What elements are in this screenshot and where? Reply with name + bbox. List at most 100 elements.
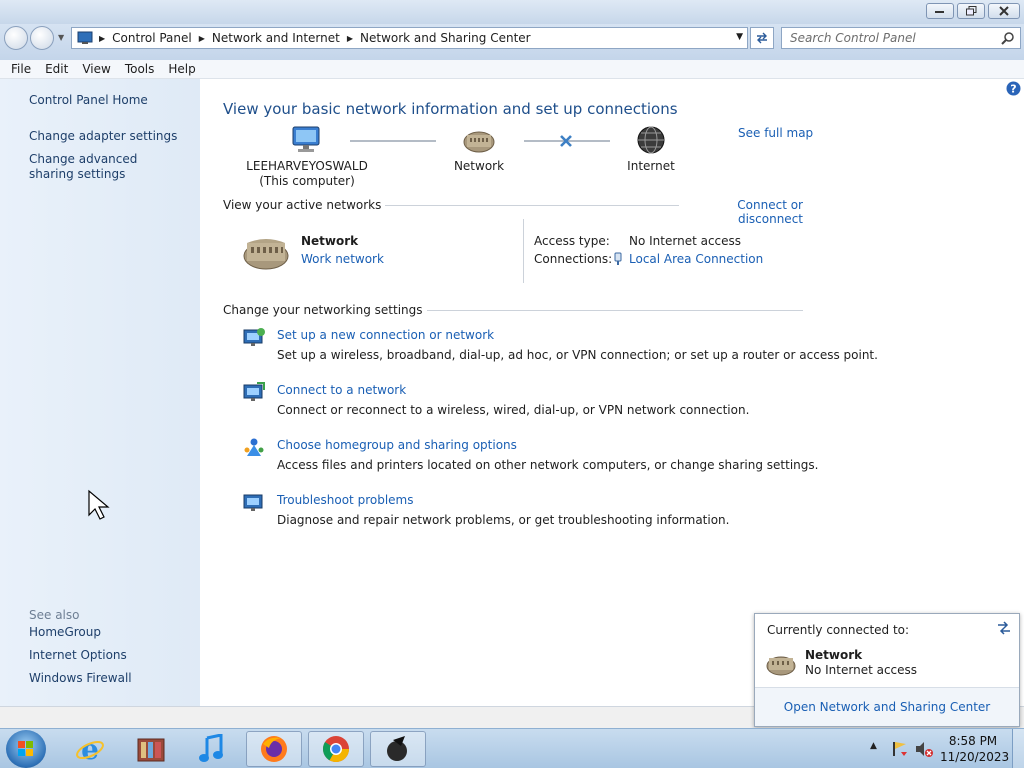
main-content: ? View your basic network information an… — [200, 79, 1024, 706]
network-colosseum-icon — [463, 131, 495, 153]
computer-name: LEEHARVEYOSWALD — [246, 159, 368, 173]
recent-pages-dropdown[interactable]: ▼ — [58, 33, 64, 42]
sidebar-internet-options[interactable]: Internet Options — [29, 648, 127, 663]
search-placeholder: Search Control Panel — [790, 31, 916, 45]
setup-connection-link[interactable]: Set up a new connection or network — [277, 325, 878, 345]
taskbar-media-player[interactable] — [184, 731, 240, 767]
internet-node[interactable]: Internet — [620, 125, 682, 174]
network-colosseum-icon — [243, 239, 289, 270]
control-panel-icon — [77, 31, 93, 44]
breadcrumb-arrow-icon[interactable]: ▶ — [96, 34, 108, 43]
title-bar — [0, 0, 1024, 24]
show-hidden-icons-button[interactable]: ▲ — [870, 741, 877, 751]
work-network-link[interactable]: Work network — [301, 252, 384, 266]
task-setup-connection: Set up a new connection or network Set u… — [277, 325, 878, 365]
see-also-label: See also — [29, 608, 80, 622]
taskbar-library[interactable] — [123, 731, 179, 767]
troubleshoot-link[interactable]: Troubleshoot problems — [277, 490, 729, 510]
computer-icon — [292, 126, 320, 152]
homegroup-sharing-link[interactable]: Choose homegroup and sharing options — [277, 435, 818, 455]
taskbar: e ▲ 8:58 PM 11/20/2023 — [0, 728, 1024, 768]
menu-tools[interactable]: Tools — [118, 62, 162, 76]
breadcrumb-control-panel[interactable]: Control Panel — [108, 31, 196, 45]
connect-network-icon — [243, 382, 265, 401]
address-dropdown-icon[interactable]: ▼ — [736, 32, 743, 42]
homegroup-icon — [244, 438, 264, 456]
help-icon[interactable]: ? — [1006, 81, 1021, 96]
clock-date: 11/20/2023 — [940, 750, 1010, 764]
see-full-map-link[interactable]: See full map — [738, 126, 813, 140]
open-network-sharing-center-link[interactable]: Open Network and Sharing Center — [755, 700, 1019, 714]
svg-text:?: ? — [1010, 83, 1016, 96]
menu-help[interactable]: Help — [161, 62, 202, 76]
homegroup-sharing-desc: Access files and printers located on oth… — [277, 458, 819, 472]
breadcrumb-arrow-icon[interactable]: ▶ — [196, 34, 208, 43]
connections-label: Connections: — [534, 252, 613, 266]
music-note-icon — [199, 734, 223, 762]
troubleshoot-icon — [243, 494, 263, 511]
disconnected-x-icon — [560, 135, 572, 147]
sidebar-control-panel-home[interactable]: Control Panel Home — [29, 93, 148, 108]
taskbar-network-window[interactable] — [370, 731, 426, 767]
page-title: View your basic network information and … — [223, 100, 678, 118]
taskbar-chrome[interactable] — [308, 731, 364, 767]
breadcrumb-arrow-icon[interactable]: ▶ — [344, 34, 356, 43]
flyout-heading: Currently connected to: — [767, 623, 910, 637]
breadcrumb-network-sharing[interactable]: Network and Sharing Center — [356, 31, 535, 45]
refresh-icon — [757, 32, 767, 44]
menu-edit[interactable]: Edit — [38, 62, 75, 76]
refresh-button[interactable] — [750, 27, 774, 49]
internet-explorer-icon: e — [76, 734, 104, 764]
back-button[interactable] — [4, 26, 28, 50]
flyout-network-status: No Internet access — [805, 663, 918, 677]
this-computer-node[interactable]: LEEHARVEYOSWALD (This computer) — [246, 125, 368, 189]
taskbar-firefox[interactable] — [246, 731, 302, 767]
connect-network-link[interactable]: Connect to a network — [277, 380, 749, 400]
sidebar-change-advanced-sharing[interactable]: Change advanced sharing settings — [29, 152, 179, 182]
network-node-label: Network — [453, 159, 505, 173]
start-button[interactable] — [6, 730, 46, 768]
task-troubleshoot: Troubleshoot problems Diagnose and repai… — [277, 490, 729, 530]
address-bar[interactable]: ▶ Control Panel ▶ Network and Internet ▶… — [71, 27, 748, 49]
menu-bar: File Edit View Tools Help — [0, 60, 1024, 79]
internet-node-label: Internet — [627, 159, 675, 173]
setup-connection-desc: Set up a wireless, broadband, dial-up, a… — [277, 348, 878, 362]
sidebar-homegroup[interactable]: HomeGroup — [29, 625, 101, 640]
local-area-connection-link[interactable]: Local Area Connection — [629, 252, 763, 266]
map-line-1 — [350, 140, 436, 142]
taskbar-internet-explorer[interactable]: e — [62, 731, 118, 767]
menu-view[interactable]: View — [75, 62, 117, 76]
clock[interactable]: 8:58 PM 11/20/2023 — [940, 733, 1010, 765]
close-button[interactable] — [988, 3, 1020, 19]
flyout-network-name: Network — [805, 648, 863, 662]
show-desktop-button[interactable] — [1012, 729, 1024, 768]
access-type-label: Access type: — [534, 234, 610, 248]
forward-button[interactable] — [30, 26, 54, 50]
sidebar: Control Panel Home Change adapter settin… — [0, 79, 200, 706]
sidebar-windows-firewall[interactable]: Windows Firewall — [29, 671, 132, 686]
change-settings-label: Change your networking settings — [223, 303, 427, 317]
sidebar-change-adapter-settings[interactable]: Change adapter settings — [29, 129, 177, 144]
network-flyout: Currently connected to: Network No Inter… — [754, 613, 1020, 727]
address-toolbar: ▼ ▶ Control Panel ▶ Network and Internet… — [0, 24, 1024, 60]
search-input[interactable]: Search Control Panel — [781, 27, 1021, 49]
volume-muted-icon[interactable] — [914, 740, 934, 758]
search-icon[interactable] — [1001, 32, 1015, 46]
active-networks-label: View your active networks — [223, 198, 386, 212]
breadcrumb-network-internet[interactable]: Network and Internet — [208, 31, 344, 45]
svg-text:e: e — [81, 734, 99, 764]
network-node[interactable]: Network — [449, 125, 509, 174]
menu-file[interactable]: File — [4, 62, 38, 76]
mouse-cursor-icon — [88, 489, 110, 520]
computer-sub: (This computer) — [259, 174, 355, 188]
close-icon — [999, 6, 1009, 16]
connect-disconnect-link[interactable]: Connect or disconnect — [679, 198, 803, 226]
restore-icon — [965, 6, 976, 16]
restore-button[interactable] — [957, 3, 985, 19]
refresh-icon[interactable] — [995, 620, 1013, 636]
globe-icon — [637, 126, 665, 154]
minimize-button[interactable] — [926, 3, 954, 19]
minimize-icon — [935, 11, 944, 13]
connect-network-desc: Connect or reconnect to a wireless, wire… — [277, 403, 750, 417]
action-center-flag-icon[interactable] — [890, 740, 910, 758]
